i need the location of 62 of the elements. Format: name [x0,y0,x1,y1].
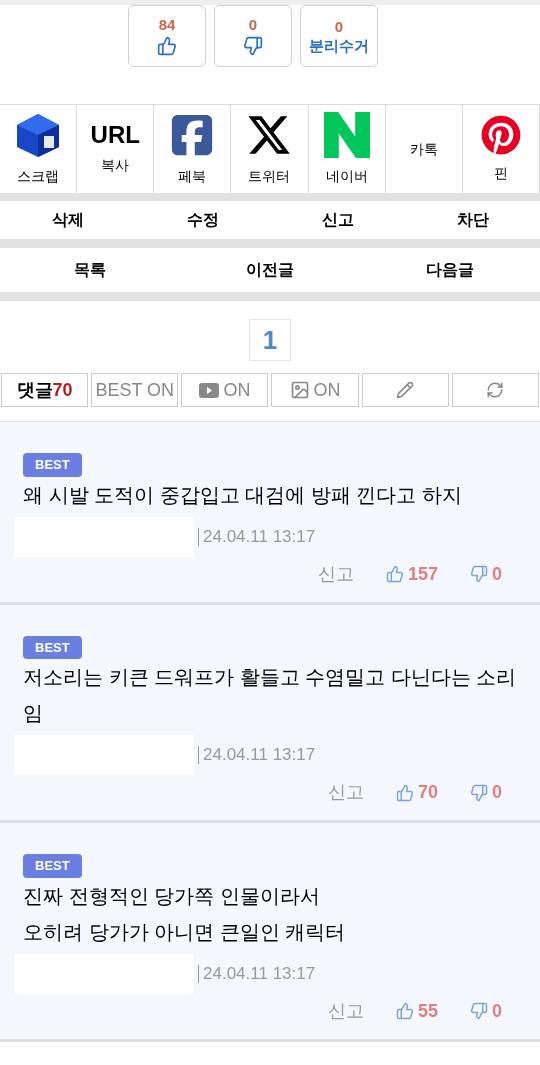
filter-toggle[interactable]: ON [271,373,359,407]
like-button[interactable]: 55 [395,997,438,1025]
vote-label: 분리수거 [309,38,369,53]
share-button[interactable]: 페북 [154,105,232,193]
vote-count: 0 [248,16,258,32]
url-text: URL [90,122,140,147]
like-button[interactable]: 70 [395,779,438,806]
report-link[interactable]: 신고 [327,997,364,1025]
refresh-button[interactable] [451,373,539,407]
thumbs-up-icon [395,783,414,802]
write-button[interactable] [361,373,449,407]
share-button[interactable]: 네이버 [308,105,386,193]
pinterest-icon [480,114,521,155]
cube-icon [15,111,62,158]
comment-text: 저소리는 키큰 드워프가 활들고 수염밀고 다닌다는 소리임 [23,665,518,726]
filter-toggle[interactable]: BEST ON [91,373,179,407]
vote-button[interactable]: 84 [128,5,206,67]
thumbs-up-icon [157,35,177,56]
thumbs-down-icon [470,783,488,802]
report-link[interactable]: 신고 [327,779,364,806]
best-badge: BEST [23,635,82,659]
naver-icon [323,111,370,158]
dislike-button[interactable]: 0 [470,997,502,1025]
share-button[interactable]: 핀 [462,105,540,193]
thumbs-down-icon [470,565,488,583]
dislike-button[interactable]: 0 [470,779,502,806]
like-button[interactable]: 157 [385,560,438,588]
comment-text: 왜 시발 도적이 중갑입고 대검에 방패 낀다고 하지 [23,482,463,508]
vote-count: 84 [158,16,176,32]
thumbs-up-icon [395,1002,414,1020]
pencil-icon [396,381,415,399]
comment-date: 24.04.11 13:17 [198,964,316,983]
vote-button[interactable]: 0 분리수거 [300,5,378,67]
report-link[interactable]: 신고 [317,560,354,588]
share-button[interactable]: 카톡 [385,105,463,193]
nav-button[interactable]: 이전글 [180,248,360,292]
comment-date: 24.04.11 13:17 [198,746,316,764]
comment-date: 24.04.11 13:17 [198,527,316,546]
thumbs-down-icon [470,1002,488,1020]
dislike-button[interactable]: 0 [470,560,502,588]
action-button[interactable]: 수정 [135,201,270,239]
vote-button[interactable]: 0 [214,5,292,67]
filter-toggle[interactable]: ON [181,373,269,407]
best-badge: BEST [23,453,82,477]
share-button[interactable]: 스크랩 [0,105,78,193]
best-badge: BEST [23,854,82,878]
share-button[interactable]: URL 복사 [77,105,155,193]
thumbs-up-icon [385,565,404,583]
nav-button[interactable]: 목록 [0,248,180,292]
nav-button[interactable]: 다음글 [360,248,540,292]
comment-text: 진짜 전형적인 당가쪽 인물이라서 오히려 당가가 아니면 큰일인 캐릭터 [23,883,347,945]
vote-count: 0 [334,19,344,34]
page-button[interactable]: 1 [249,319,291,361]
comment-count: 댓글70 [1,373,89,407]
play-icon [199,382,220,398]
refresh-icon [486,381,505,399]
action-button[interactable]: 차단 [405,201,540,239]
thumbs-down-icon [243,35,263,56]
share-button[interactable]: 트위터 [231,105,309,193]
image-icon [289,380,310,400]
action-button[interactable]: 삭제 [0,201,135,239]
action-button[interactable]: 신고 [270,201,405,239]
